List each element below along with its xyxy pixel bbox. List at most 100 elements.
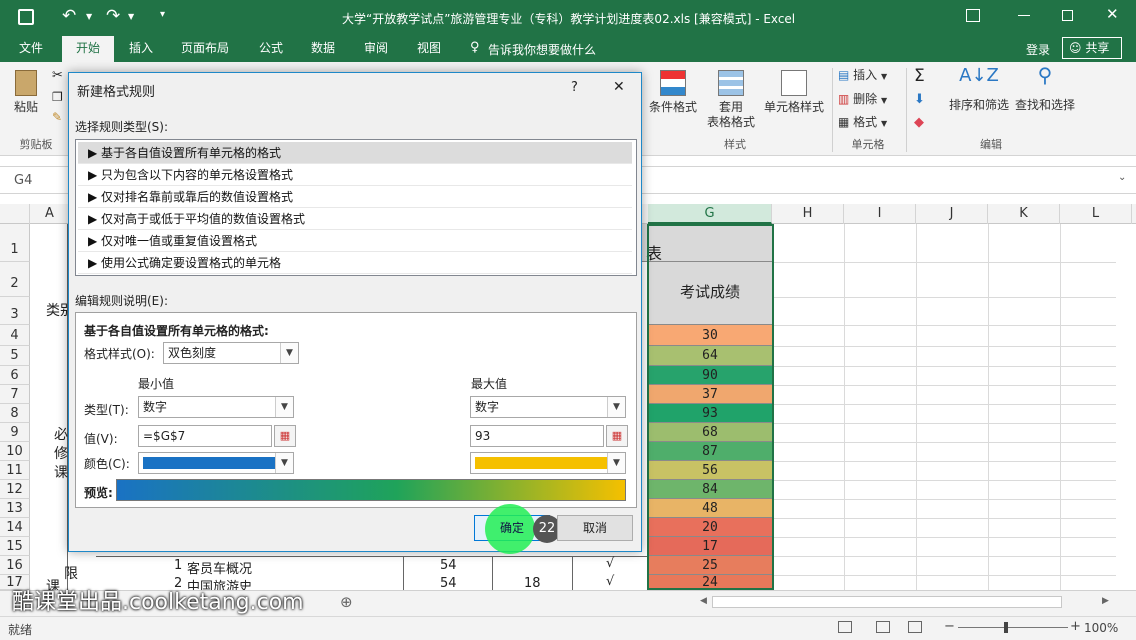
row-header-8[interactable]: 8 <box>0 404 30 423</box>
range-picker-icon[interactable]: ▦ <box>274 425 296 447</box>
column-header-i[interactable]: I <box>844 204 916 224</box>
column-header-j[interactable]: J <box>916 204 988 224</box>
row16-check[interactable]: √ <box>606 556 614 571</box>
tab-home[interactable]: 开始 <box>62 36 114 63</box>
zoom-slider[interactable] <box>958 627 1068 628</box>
add-sheet-button[interactable]: ⊕ <box>340 593 353 611</box>
normal-view-icon[interactable] <box>838 621 852 633</box>
sort-filter-button[interactable]: A↓Z 排序和筛选 <box>944 67 1014 113</box>
clear-icon[interactable]: ◆ <box>914 115 924 130</box>
tab-data[interactable]: 数据 <box>300 36 346 62</box>
format-style-select[interactable]: 双色刻度 ▼ <box>163 342 299 364</box>
rule-type-item[interactable]: ▶ 只为包含以下内容的单元格设置格式 <box>78 164 632 186</box>
tab-view[interactable]: 视图 <box>406 36 452 62</box>
rule-type-item[interactable]: ▶ 仅对高于或低于平均值的数值设置格式 <box>78 208 632 230</box>
close-window-icon[interactable]: ✕ <box>1106 5 1119 23</box>
min-color-picker[interactable]: ▼ <box>138 452 294 474</box>
row-header-3[interactable]: 3 <box>0 297 30 325</box>
row16-name[interactable]: 客员车概况 <box>187 558 252 577</box>
score-cell[interactable]: 56 <box>648 461 772 480</box>
redo-dropdown-icon[interactable]: ▼ <box>128 12 134 21</box>
format-cells-button[interactable]: ▦ 格式 ▼ <box>838 115 902 131</box>
zoom-level[interactable]: 100% <box>1084 621 1118 635</box>
exam-score-header[interactable]: 考试成绩 <box>648 262 772 325</box>
row-header-11[interactable]: 11 <box>0 461 30 480</box>
autosum-icon[interactable]: Σ <box>914 66 925 86</box>
cell-styles-button[interactable]: 单元格样式 <box>762 70 826 115</box>
scrollbar-left-arrow[interactable]: ◀ <box>700 596 707 606</box>
format-as-table-button[interactable]: 套用 表格格式 <box>700 70 762 130</box>
format-painter-icon[interactable]: ✎ <box>52 110 62 124</box>
row-header-10[interactable]: 10 <box>0 442 30 461</box>
score-cell[interactable]: 30 <box>648 325 772 346</box>
conditional-format-button[interactable]: 条件格式 <box>646 70 700 115</box>
rule-type-item[interactable]: ▶ 仅对排名靠前或靠后的数值设置格式 <box>78 186 632 208</box>
row-header-15[interactable]: 15 <box>0 537 30 556</box>
rule-type-item[interactable]: ▶ 使用公式确定要设置格式的单元格 <box>78 252 632 274</box>
min-value-input[interactable]: =$G$7 <box>138 425 272 447</box>
score-cell[interactable]: 24 <box>648 575 772 590</box>
score-cell[interactable]: 25 <box>648 556 772 575</box>
min-type-select[interactable]: 数字 ▼ <box>138 396 294 418</box>
score-cell[interactable]: 48 <box>648 499 772 518</box>
score-cell[interactable]: 37 <box>648 385 772 404</box>
copy-icon[interactable]: ❐ <box>52 90 63 104</box>
share-button[interactable]: ☺ 共享 <box>1062 37 1122 59</box>
row17-hours[interactable]: 54 <box>440 576 457 591</box>
name-box[interactable]: G4 <box>14 173 32 188</box>
tab-formulas[interactable]: 公式 <box>248 36 294 62</box>
score-cell[interactable]: 93 <box>648 404 772 423</box>
row-header-7[interactable]: 7 <box>0 385 30 404</box>
close-dialog-button[interactable]: ✕ <box>613 79 625 95</box>
row17-credits[interactable]: 18 <box>524 576 541 591</box>
select-all-corner[interactable] <box>0 204 30 224</box>
tab-review[interactable]: 审阅 <box>353 36 399 62</box>
row-header-16[interactable]: 16 <box>0 556 30 575</box>
row-header-12[interactable]: 12 <box>0 480 30 499</box>
row-header-6[interactable]: 6 <box>0 366 30 385</box>
save-icon[interactable] <box>18 9 34 25</box>
login-link[interactable]: 登录 <box>1026 41 1050 58</box>
customize-qat-icon[interactable]: ▾ <box>160 9 165 20</box>
page-break-view-icon[interactable] <box>908 621 922 633</box>
score-cell[interactable]: 64 <box>648 346 772 366</box>
row17-check[interactable]: √ <box>606 574 614 589</box>
max-type-select[interactable]: 数字 ▼ <box>470 396 626 418</box>
rule-type-item[interactable]: ▶ 仅对唯一值或重复值设置格式 <box>78 230 632 252</box>
row-header-5[interactable]: 5 <box>0 346 30 366</box>
insert-cells-button[interactable]: ▤ 插入 ▼ <box>838 68 902 84</box>
zoom-in-icon[interactable]: + <box>1070 619 1081 634</box>
redo-icon[interactable]: ↷ <box>106 6 120 26</box>
row16-no[interactable]: 1 <box>174 558 182 573</box>
row-header-2[interactable]: 2 <box>0 262 30 297</box>
row-header-4[interactable]: 4 <box>0 325 30 346</box>
horizontal-scrollbar[interactable] <box>712 596 1062 608</box>
row-header-1[interactable]: 1 <box>0 224 30 262</box>
zoom-out-icon[interactable]: − <box>944 619 955 634</box>
row-header-14[interactable]: 14 <box>0 518 30 537</box>
column-header-h[interactable]: H <box>772 204 844 224</box>
column-header-a[interactable]: A <box>30 204 70 224</box>
minimize-icon[interactable] <box>1018 15 1030 16</box>
row-header-9[interactable]: 9 <box>0 423 30 442</box>
fill-icon[interactable]: ⬇ <box>914 92 925 107</box>
cut-icon[interactable]: ✂ <box>52 68 63 83</box>
max-value-input[interactable]: 93 <box>470 425 604 447</box>
score-cell[interactable]: 84 <box>648 480 772 499</box>
row16-hours[interactable]: 54 <box>440 558 457 573</box>
score-cell[interactable]: 68 <box>648 423 772 442</box>
column-header-l[interactable]: L <box>1060 204 1132 224</box>
score-cell[interactable]: 17 <box>648 537 772 556</box>
score-cell[interactable]: 87 <box>648 442 772 461</box>
undo-icon[interactable]: ↶ <box>62 6 76 26</box>
undo-dropdown-icon[interactable]: ▼ <box>86 12 92 21</box>
rule-type-item[interactable]: ▶ 基于各自值设置所有单元格的格式 <box>78 142 632 164</box>
paste-button[interactable]: 粘贴 <box>8 70 44 115</box>
delete-cells-button[interactable]: ▥ 删除 ▼ <box>838 92 902 108</box>
column-header-g[interactable]: G <box>648 204 772 224</box>
ribbon-display-icon[interactable] <box>966 9 980 22</box>
column-header-k[interactable]: K <box>988 204 1060 224</box>
maximize-icon[interactable] <box>1062 10 1073 21</box>
tab-insert[interactable]: 插入 <box>118 36 164 62</box>
formula-expand-icon[interactable]: ⌄ <box>1118 172 1126 183</box>
